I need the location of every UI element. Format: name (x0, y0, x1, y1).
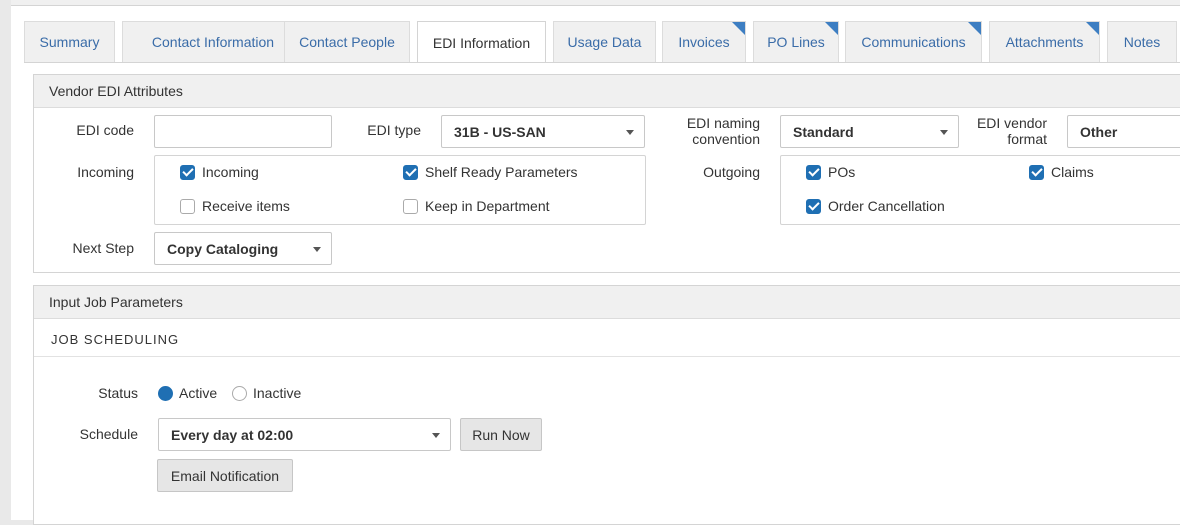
checkbox-label: Incoming (202, 164, 259, 180)
note-indicator-icon (825, 22, 838, 35)
edi-code-label: EDI code (76, 122, 134, 138)
subheader-divider (34, 356, 1180, 357)
order-cancellation-checkbox[interactable]: Order Cancellation (806, 198, 945, 214)
edi-vendor-format-value: Other (1080, 123, 1118, 140)
status-active-radio[interactable]: Active (158, 385, 217, 401)
job-scheduling-subheader: JOB SCHEDULING (51, 332, 180, 347)
edi-naming-label: EDI naming convention (670, 115, 760, 147)
tab-attachments[interactable]: Attachments (989, 21, 1100, 62)
section-title: Vendor EDI Attributes (34, 75, 1180, 108)
edi-type-select[interactable]: 31B - US-SAN (441, 115, 645, 148)
tab-label: Summary (39, 34, 100, 50)
note-indicator-icon (1086, 22, 1099, 35)
tab-notes[interactable]: Notes (1107, 21, 1177, 62)
status-inactive-radio[interactable]: Inactive (232, 385, 301, 401)
run-now-button[interactable]: Run Now (460, 418, 542, 451)
radio-label: Active (179, 385, 218, 401)
chevron-down-icon (432, 433, 440, 438)
tab-contact-people[interactable]: Contact People (284, 21, 410, 62)
edi-vendor-format-label-line2: format (1007, 131, 1047, 147)
edi-code-input[interactable] (154, 115, 332, 148)
edi-vendor-format-select[interactable]: Other (1067, 115, 1180, 148)
checkbox-checked-icon (403, 164, 418, 180)
edi-type-label: EDI type (367, 122, 421, 138)
keep-in-department-checkbox[interactable]: Keep in Department (403, 198, 550, 214)
next-step-value: Copy Cataloging (167, 240, 279, 257)
radio-selected-icon (158, 385, 173, 401)
checkbox-unchecked-icon (403, 198, 418, 214)
top-strip (11, 0, 1180, 6)
tab-label: Invoices (678, 34, 730, 50)
tab-summary[interactable]: Summary (24, 21, 115, 62)
claims-checkbox[interactable]: Claims (1029, 164, 1094, 180)
schedule-value: Every day at 02:00 (171, 426, 294, 443)
tab-label: Notes (1123, 34, 1161, 50)
section-title: Input Job Parameters (34, 286, 1180, 319)
tab-label: Communications (861, 34, 966, 50)
incoming-checkbox[interactable]: Incoming (180, 164, 259, 180)
tab-label: EDI Information (432, 34, 531, 51)
tab-label: PO Lines (767, 34, 825, 50)
checkbox-label: Shelf Ready Parameters (425, 164, 578, 180)
checkbox-label: Receive items (202, 198, 290, 214)
edi-vendor-format-label: EDI vendor format (970, 115, 1047, 147)
chevron-down-icon (940, 130, 948, 135)
checkbox-label: Order Cancellation (828, 198, 945, 214)
tab-label: Contact Information (151, 34, 275, 50)
tab-usage-data[interactable]: Usage Data (553, 21, 656, 62)
tab-label: Usage Data (567, 34, 642, 50)
status-label: Status (98, 385, 138, 401)
schedule-label: Schedule (79, 426, 138, 442)
edi-naming-label-line1: EDI naming (686, 115, 760, 131)
chevron-down-icon (626, 130, 634, 135)
checkbox-checked-icon (806, 198, 821, 214)
radio-unselected-icon (232, 385, 247, 401)
schedule-select[interactable]: Every day at 02:00 (158, 418, 451, 451)
checkbox-label: POs (828, 164, 856, 180)
note-indicator-icon (968, 22, 981, 35)
next-step-label: Next Step (72, 240, 134, 256)
tab-invoices[interactable]: Invoices (662, 21, 746, 62)
incoming-label: Incoming (77, 164, 134, 180)
checkbox-checked-icon (1029, 164, 1044, 180)
checkbox-unchecked-icon (180, 198, 195, 214)
outgoing-label: Outgoing (703, 164, 760, 180)
tab-label: Contact People (299, 34, 395, 50)
tab-po-lines[interactable]: PO Lines (753, 21, 839, 62)
email-notification-button[interactable]: Email Notification (157, 459, 293, 492)
checkbox-label: Keep in Department (425, 198, 550, 214)
chevron-down-icon (313, 247, 321, 252)
checkbox-checked-icon (180, 164, 195, 180)
tab-communications[interactable]: Communications (845, 21, 982, 62)
pos-checkbox[interactable]: POs (806, 164, 855, 180)
radio-label: Inactive (253, 385, 302, 401)
edi-naming-value: Standard (793, 123, 854, 140)
edi-naming-label-line2: convention (692, 131, 760, 147)
tab-label: Attachments (1005, 34, 1084, 50)
note-indicator-icon (732, 22, 745, 35)
next-step-select[interactable]: Copy Cataloging (154, 232, 332, 265)
edi-vendor-format-label-line1: EDI vendor (976, 115, 1047, 131)
checkbox-checked-icon (806, 164, 821, 180)
receive-items-checkbox[interactable]: Receive items (180, 198, 290, 214)
tab-contact-information[interactable]: Contact Information (122, 21, 304, 62)
tab-edi-information[interactable]: EDI Information (417, 21, 546, 63)
checkbox-label: Claims (1051, 164, 1094, 180)
edi-naming-select[interactable]: Standard (780, 115, 959, 148)
edi-type-value: 31B - US-SAN (454, 123, 546, 140)
tab-divider (24, 62, 1180, 63)
shelf-ready-parameters-checkbox[interactable]: Shelf Ready Parameters (403, 164, 578, 180)
